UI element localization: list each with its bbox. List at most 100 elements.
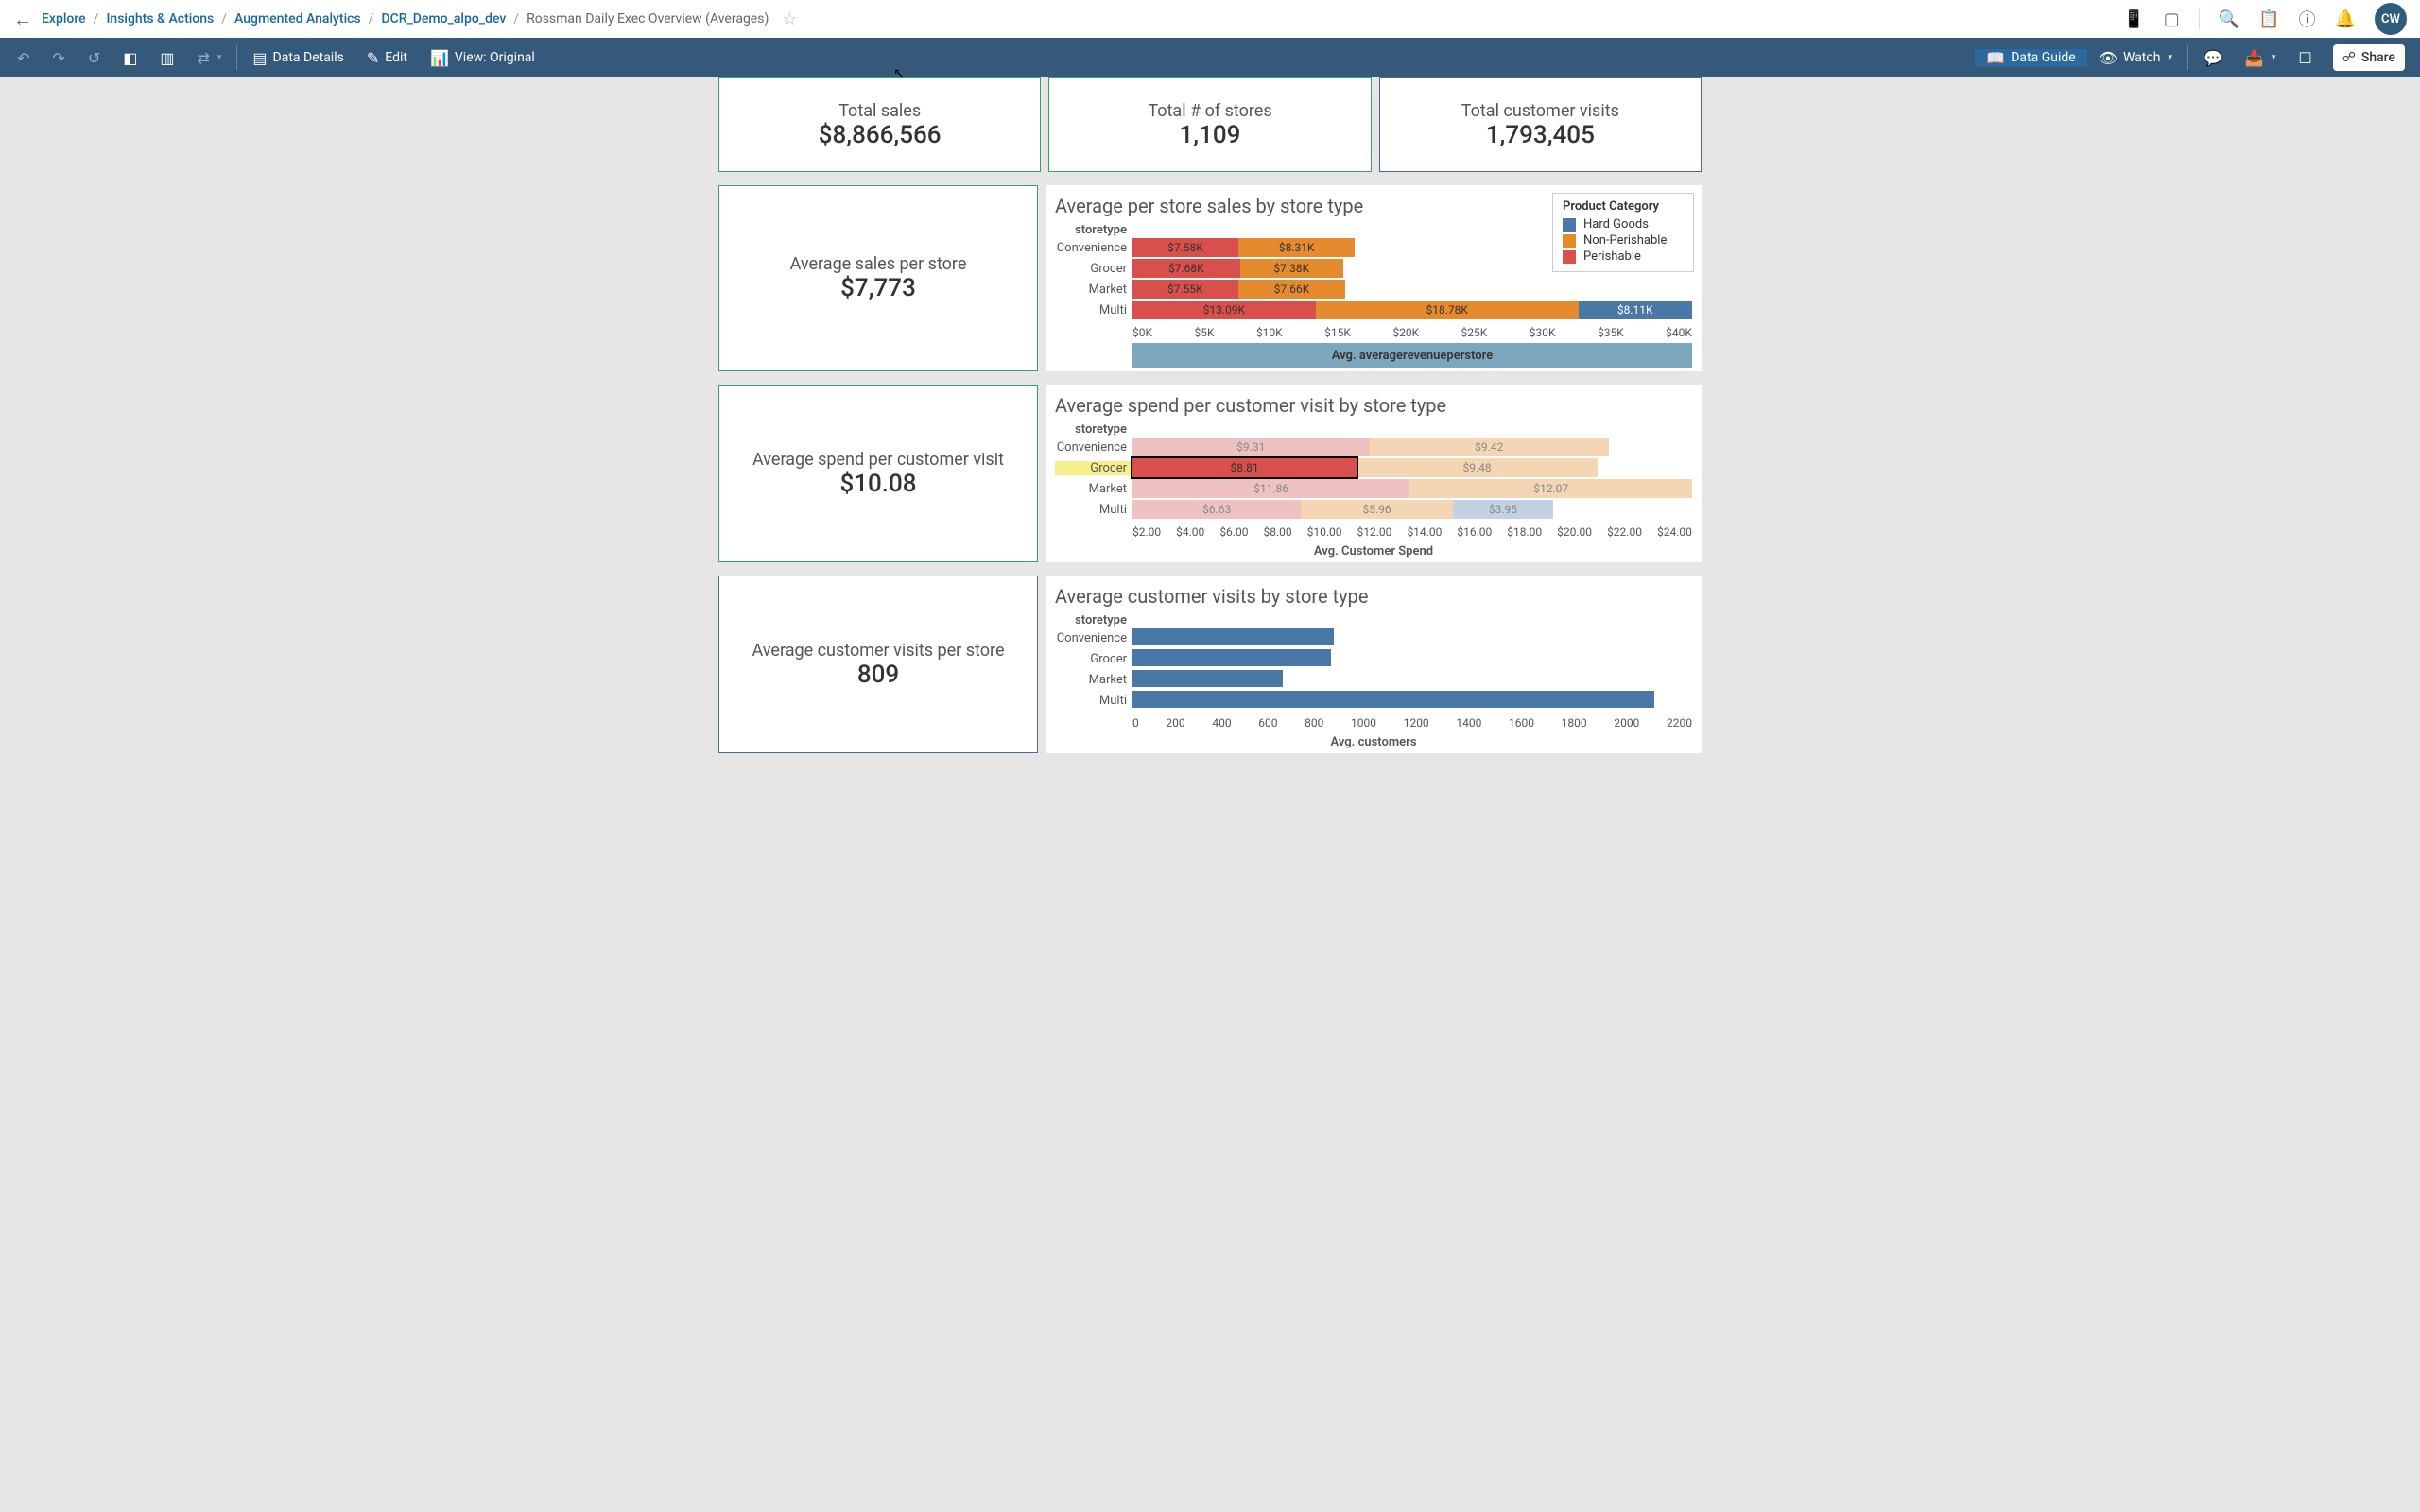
- favorite-star-icon[interactable]: ☆: [782, 9, 797, 29]
- bar-segment[interactable]: $13.09K: [1132, 301, 1316, 319]
- view-dropdown[interactable]: 📊View: Original: [419, 38, 546, 77]
- kpi-side-card[interactable]: Average spend per customer visit$10.08: [718, 385, 1038, 562]
- chart-bar-row[interactable]: Market: [1055, 669, 1692, 690]
- bar-segment[interactable]: $5.96: [1301, 500, 1452, 519]
- search-icon[interactable]: 🔍: [2219, 9, 2239, 29]
- chart-bar-row[interactable]: Convenience: [1055, 627, 1692, 648]
- download-dropdown[interactable]: 📥▾: [2234, 49, 2287, 67]
- replay-button[interactable]: ↺: [77, 38, 112, 77]
- legend-item[interactable]: Non-Perishable: [1563, 233, 1684, 248]
- bar-segment[interactable]: $3.95: [1453, 500, 1553, 519]
- link-icon: ⇄: [197, 49, 209, 67]
- link-button[interactable]: ⇄▾: [185, 38, 233, 77]
- chart-bar-row[interactable]: Grocer$8.81$9.48: [1055, 457, 1692, 478]
- x-tick: $12.00: [1357, 525, 1392, 539]
- kpi-side-card[interactable]: Average sales per store$7,773: [718, 185, 1038, 371]
- bar-segment[interactable]: [1132, 628, 1334, 645]
- kpi-label: Total # of stores: [1148, 101, 1271, 121]
- bar-segment[interactable]: [1132, 691, 1654, 708]
- bar-segment[interactable]: $9.42: [1370, 438, 1609, 456]
- comments-icon: 💬: [2204, 49, 2222, 67]
- bar-segment[interactable]: $7.58K: [1132, 238, 1238, 257]
- x-tick: 2000: [1614, 716, 1639, 730]
- chart-legend[interactable]: Product CategoryHard GoodsNon-Perishable…: [1552, 193, 1694, 272]
- crumb-explore[interactable]: Explore: [42, 11, 86, 26]
- bar-segment[interactable]: $7.68K: [1132, 259, 1240, 278]
- breadcrumb-separator: /: [513, 11, 519, 26]
- kpi-card[interactable]: Total customer visits1,793,405: [1379, 77, 1702, 172]
- bar-track: $13.09K$18.78K$8.11K: [1132, 301, 1692, 319]
- user-avatar[interactable]: CW: [2375, 3, 2407, 35]
- legend-item[interactable]: Perishable: [1563, 249, 1684, 264]
- chart-card[interactable]: Average spend per customer visit by stor…: [1046, 385, 1702, 562]
- chart-bar-row[interactable]: Market$11.86$12.07: [1055, 478, 1692, 499]
- chart-bar-row[interactable]: Grocer: [1055, 648, 1692, 669]
- x-tick: 1400: [1456, 716, 1481, 730]
- chart-bar-row[interactable]: Convenience$9.31$9.42: [1055, 437, 1692, 457]
- chart-bar-row[interactable]: Market$7.55K$7.66K: [1055, 279, 1692, 300]
- kpi-value: 1,793,405: [1486, 121, 1595, 149]
- bar-segment[interactable]: $7.38K: [1240, 259, 1343, 278]
- x-tick: 400: [1212, 716, 1231, 730]
- back-arrow-icon[interactable]: ←: [13, 8, 32, 31]
- undo-button[interactable]: ↶: [6, 38, 41, 77]
- chart-bar-row[interactable]: Multi$6.63$5.96$3.95: [1055, 499, 1692, 520]
- data-details-button[interactable]: ▤Data Details: [241, 38, 354, 77]
- kpi-side-card[interactable]: Average customer visits per store809: [718, 576, 1038, 753]
- tasks-icon[interactable]: 📋: [2258, 9, 2279, 29]
- chart-card[interactable]: Average customer visits by store typesto…: [1046, 576, 1702, 753]
- bar-segment[interactable]: $8.81: [1132, 458, 1357, 477]
- chart-bar-row[interactable]: Multi: [1055, 690, 1692, 711]
- datasource-button[interactable]: ◧: [112, 38, 148, 77]
- chart-bar-row[interactable]: Multi$13.09K$18.78K$8.11K: [1055, 300, 1692, 320]
- notifications-icon[interactable]: 🔔: [2335, 9, 2356, 29]
- bar-category-label: Convenience: [1055, 241, 1132, 255]
- dashboard-panel-row: Average spend per customer visit$10.08Av…: [718, 385, 1702, 562]
- edit-button[interactable]: ✎Edit: [355, 38, 419, 77]
- crumb-augmented[interactable]: Augmented Analytics: [234, 11, 361, 26]
- x-axis-ticks: 0200400600800100012001400160018002000220…: [1132, 716, 1692, 730]
- bar-segment[interactable]: $9.48: [1357, 458, 1598, 477]
- bar-segment[interactable]: $8.31K: [1238, 238, 1355, 257]
- fullscreen-button[interactable]: ☐: [2287, 49, 2323, 67]
- x-tick: $18.00: [1507, 525, 1542, 539]
- bar-segment[interactable]: $7.66K: [1238, 280, 1345, 299]
- share-label: Share: [2361, 50, 2395, 65]
- help-icon[interactable]: ⓘ: [2299, 7, 2316, 31]
- bar-segment[interactable]: $18.78K: [1316, 301, 1579, 319]
- bar-category-label: Convenience: [1055, 440, 1132, 455]
- breadcrumb: Explore / Insights & Actions / Augmented…: [42, 11, 769, 26]
- caret-down-icon: ▾: [2272, 53, 2276, 62]
- bar-segment[interactable]: $6.63: [1132, 500, 1301, 519]
- bar-segment[interactable]: $11.86: [1132, 479, 1409, 498]
- x-tick: $35K: [1598, 326, 1624, 339]
- x-tick: 1800: [1562, 716, 1587, 730]
- redo-icon: ↷: [52, 49, 64, 67]
- bar-segment[interactable]: $7.55K: [1132, 280, 1238, 299]
- watch-dropdown[interactable]: 👁Watch▾: [2087, 49, 2184, 67]
- data-guide-button[interactable]: 📖Data Guide: [1975, 49, 2086, 67]
- chart-card[interactable]: Average per store sales by store typePro…: [1046, 185, 1702, 371]
- legend-item[interactable]: Hard Goods: [1563, 217, 1684, 232]
- bar-segment[interactable]: [1132, 670, 1283, 687]
- eye-icon: 👁: [2099, 49, 2118, 67]
- share-button[interactable]: ☍Share: [2333, 44, 2405, 71]
- cylinder-plus-icon: ◧: [123, 49, 137, 67]
- x-tick: $10.00: [1307, 525, 1342, 539]
- kpi-card[interactable]: Total sales$8,866,566: [718, 77, 1041, 172]
- redo-button[interactable]: ↷: [41, 38, 76, 77]
- y-axis-title: storetype: [1055, 422, 1127, 437]
- comments-button[interactable]: 💬: [2192, 49, 2234, 67]
- bar-segment[interactable]: $12.07: [1409, 479, 1692, 498]
- bar-segment[interactable]: $9.31: [1132, 438, 1370, 456]
- crumb-insights[interactable]: Insights & Actions: [106, 11, 214, 26]
- crumb-project[interactable]: DCR_Demo_alpo_dev: [381, 11, 506, 26]
- bar-segment[interactable]: [1132, 649, 1331, 666]
- device-preview-icon[interactable]: 📱: [2123, 9, 2144, 29]
- kpi-label: Average sales per store: [783, 254, 975, 274]
- bar-segment[interactable]: $8.11K: [1579, 301, 1692, 319]
- datasource-alt-button[interactable]: ▥: [148, 38, 185, 77]
- kpi-card[interactable]: Total # of stores1,109: [1048, 77, 1371, 172]
- breadcrumb-separator: /: [221, 11, 227, 26]
- datasource-icon[interactable]: ▢: [2164, 9, 2180, 29]
